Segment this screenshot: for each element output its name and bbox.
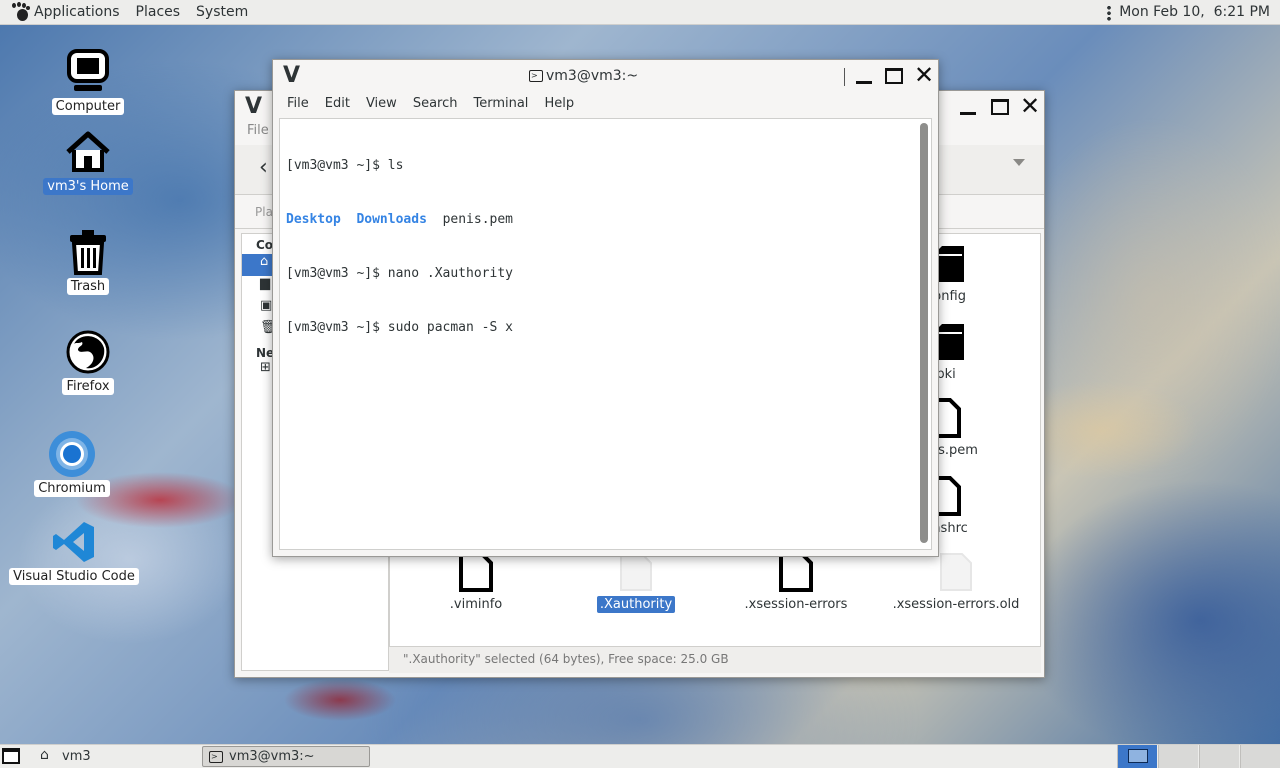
file-item-label: .xsession-errors — [744, 597, 848, 612]
applications-menu[interactable]: Applications — [30, 0, 128, 25]
minimize-button[interactable] — [853, 65, 875, 87]
terminal-menubar: File Edit View Search Terminal Help — [273, 92, 938, 114]
desktop-icon-label: vm3's Home — [43, 178, 133, 195]
desktop-icon-vscode[interactable]: Visual Studio Code — [9, 518, 139, 585]
taskbar-item-label: vm3@vm3:~ — [229, 749, 315, 764]
terminal-title: > vm3@vm3:~ — [529, 68, 638, 84]
dir-entry: Desktop — [286, 212, 341, 227]
desktop-icon-chromium[interactable]: Chromium — [22, 430, 122, 497]
terminal-output[interactable]: [vm3@vm3 ~]$ ls Desktop Downloads penis.… — [279, 118, 932, 550]
terminal-icon: > — [529, 70, 543, 82]
menu-file[interactable]: File — [279, 96, 317, 111]
desktop-icon-trash[interactable]: Trash — [38, 228, 138, 295]
chromium-icon — [48, 430, 96, 478]
bottom-panel: ⌂ vm3 > vm3@vm3:~ — [0, 744, 1280, 768]
workspace-3[interactable] — [1199, 745, 1239, 768]
workspace-1[interactable] — [1117, 745, 1157, 768]
gnome-foot-icon[interactable] — [12, 2, 30, 21]
places-menu[interactable]: Places — [128, 0, 189, 25]
terminal-title-text: vm3@vm3:~ — [546, 68, 639, 84]
clock[interactable]: Mon Feb 10, 6:21 PM — [1107, 0, 1280, 25]
window-menu-icon[interactable]: V — [245, 94, 262, 119]
places-label: Pla — [255, 205, 273, 219]
location-label[interactable]: vm3 — [62, 749, 91, 764]
terminal-line: [vm3@vm3 ~]$ ls — [286, 158, 404, 173]
file-icon — [940, 553, 972, 591]
vscode-icon — [50, 518, 98, 566]
file-item-label: .xsession-errors.old — [892, 597, 1020, 612]
firefox-icon — [64, 328, 112, 376]
desktop-icon-home[interactable]: vm3's Home — [38, 128, 138, 195]
terminal-scrollbar[interactable] — [920, 123, 928, 543]
network-icon: ⊞ — [260, 360, 271, 375]
file-icon — [459, 552, 493, 592]
close-button[interactable]: ✕ — [1019, 92, 1041, 120]
file-icon — [620, 553, 652, 591]
terminal-line: Desktop Downloads penis.pem — [286, 211, 931, 229]
back-arrow-icon[interactable]: ‹ — [259, 155, 268, 180]
maximize-button[interactable] — [883, 65, 905, 87]
window-menu-icon[interactable]: V — [283, 63, 300, 88]
home-icon: ⌂ — [40, 747, 49, 763]
file-item-label: .viminfo — [449, 597, 503, 612]
trash-icon — [64, 228, 112, 276]
workspace-4[interactable] — [1240, 745, 1280, 768]
desktop-icon-label: Chromium — [34, 480, 110, 497]
workspace-2[interactable] — [1158, 745, 1198, 768]
terminal-icon: > — [209, 750, 223, 763]
folder-icon: ▆ — [260, 276, 270, 291]
file-entry: penis.pem — [442, 212, 514, 227]
panel-handle-icon — [1107, 4, 1112, 21]
terminal-line: [vm3@vm3 ~]$ nano .Xauthority — [286, 266, 513, 281]
clock-text: Mon Feb 10, 6:21 PM — [1119, 4, 1270, 20]
dir-entry: Downloads — [356, 212, 427, 227]
home-icon — [64, 128, 112, 176]
file-item[interactable]: .xsession-errors.old — [886, 552, 1026, 613]
computer-icon — [64, 48, 112, 96]
terminal-titlebar[interactable]: V > vm3@vm3:~ ✕ — [273, 60, 938, 92]
file-item[interactable]: .xsession-errors — [726, 552, 866, 613]
desktop-icon-computer[interactable]: Computer — [38, 48, 138, 115]
menu-file[interactable]: File — [247, 123, 269, 138]
top-panel: Applications Places System Mon Feb 10, 6… — [0, 0, 1280, 25]
desktop-icon-label: Firefox — [62, 378, 114, 395]
file-icon — [779, 552, 813, 592]
menu-edit[interactable]: Edit — [317, 96, 358, 111]
status-bar: ".Xauthority" selected (64 bytes), Free … — [389, 647, 1041, 673]
menu-view[interactable]: View — [358, 96, 405, 111]
drive-icon: ▣ — [260, 298, 273, 313]
system-menu[interactable]: System — [188, 0, 256, 25]
titlebar-separator — [844, 68, 845, 86]
file-item[interactable]: .Xauthority — [566, 552, 706, 613]
minimize-button[interactable] — [957, 96, 979, 118]
terminal-line: [vm3@vm3 ~]$ sudo pacman -S x — [286, 320, 513, 335]
taskbar-item-terminal[interactable]: > vm3@vm3:~ — [202, 746, 370, 767]
file-item[interactable]: .viminfo — [406, 552, 546, 613]
show-desktop-icon[interactable] — [2, 748, 20, 764]
close-button[interactable]: ✕ — [913, 61, 935, 89]
dropdown-arrow-icon[interactable] — [1013, 159, 1025, 166]
workspace-window-icon — [1128, 749, 1148, 763]
desktop-icon-firefox[interactable]: Firefox — [38, 328, 138, 395]
file-item-label: .Xauthority — [596, 596, 676, 613]
menu-search[interactable]: Search — [405, 96, 466, 111]
desktop-icon-label: Visual Studio Code — [9, 568, 139, 585]
desktop-icon-label: Trash — [66, 278, 110, 295]
terminal-window: V > vm3@vm3:~ ✕ File Edit View Search Te… — [272, 59, 939, 557]
menu-help[interactable]: Help — [536, 96, 582, 111]
menu-terminal[interactable]: Terminal — [465, 96, 536, 111]
home-icon: ⌂ — [260, 254, 269, 269]
desktop-icon-label: Computer — [51, 98, 125, 115]
maximize-button[interactable] — [989, 96, 1011, 118]
